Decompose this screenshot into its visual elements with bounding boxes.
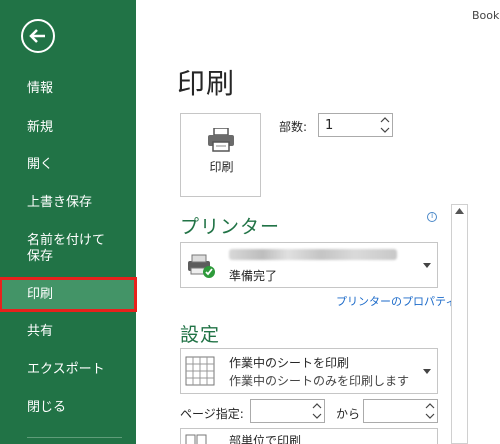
sidebar-item-print[interactable]: 印刷: [0, 277, 137, 312]
backstage-sidebar: 情報 新規 開く 上書き保存 名前を付けて 保存 印刷 共有 エクスポート 閉じ…: [0, 0, 137, 444]
info-icon[interactable]: i: [427, 211, 437, 222]
sidebar-item-export[interactable]: エクスポート: [0, 362, 136, 378]
sidebar-item-open[interactable]: 開く: [0, 157, 136, 173]
arrow-left-icon: [29, 29, 45, 43]
increment-arrow-icon[interactable]: [425, 403, 435, 413]
page-title: 印刷: [177, 67, 236, 100]
sheet-grid-icon: [185, 356, 215, 386]
sidebar-item-save[interactable]: 上書き保存: [0, 195, 136, 211]
print-what-main: 作業中のシートを印刷: [229, 356, 350, 370]
sidebar-item-new[interactable]: 新規: [0, 120, 136, 136]
increment-arrow-icon[interactable]: [312, 403, 322, 413]
printer-name-redacted: [229, 249, 397, 260]
to-label: から: [336, 407, 361, 421]
printer-icon: [208, 128, 234, 152]
pages-label: ページ指定:: [180, 407, 244, 421]
page-from-input[interactable]: [250, 399, 325, 423]
collate-icon: [185, 434, 207, 444]
sidebar-divider: [27, 437, 122, 438]
chevron-down-icon: [423, 263, 431, 268]
page-to-input[interactable]: [363, 399, 438, 423]
sidebar-item-close[interactable]: 閉じる: [0, 400, 136, 416]
sidebar-item-share[interactable]: 共有: [0, 324, 136, 340]
print-what-sub: 作業中のシートのみを印刷します: [229, 374, 410, 388]
print-what-dropdown[interactable]: 作業中のシートを印刷 作業中のシートのみを印刷します: [180, 348, 438, 394]
decrement-arrow-icon[interactable]: [312, 413, 322, 423]
copies-label: 部数:: [279, 120, 308, 134]
printer-ready-icon: [188, 254, 215, 278]
sidebar-item-info[interactable]: 情報: [0, 81, 136, 97]
chevron-down-icon: [423, 369, 431, 374]
print-button-label: 印刷: [209, 160, 234, 174]
collate-dropdown[interactable]: 部単位で印刷: [180, 428, 438, 444]
printer-dropdown[interactable]: 準備完了: [180, 242, 438, 288]
collate-main: 部単位で印刷: [229, 434, 302, 444]
printer-status: 準備完了: [229, 269, 278, 283]
settings-scrollbar[interactable]: [451, 204, 468, 444]
scroll-up-arrow-icon[interactable]: [455, 208, 464, 214]
copies-value: 1: [325, 118, 334, 133]
printer-properties-link[interactable]: プリンターのプロパティ: [336, 293, 456, 309]
print-button[interactable]: 印刷: [180, 113, 261, 197]
settings-section-title: 設定: [180, 324, 221, 346]
increment-arrow-icon[interactable]: [380, 117, 390, 127]
window-title: Book: [472, 9, 500, 22]
decrement-arrow-icon[interactable]: [425, 413, 435, 423]
decrement-arrow-icon[interactable]: [380, 127, 390, 137]
back-button[interactable]: [21, 19, 55, 53]
sidebar-item-save-as[interactable]: 名前を付けて 保存: [0, 233, 136, 265]
printer-section-title: プリンター: [180, 216, 281, 238]
copies-spinner[interactable]: 1: [318, 113, 393, 137]
